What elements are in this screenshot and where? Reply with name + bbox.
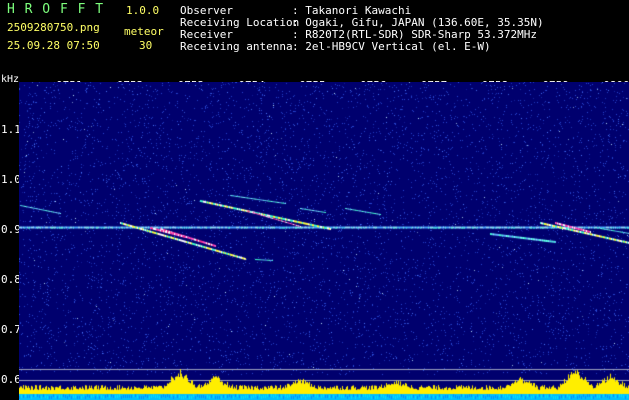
y-tick-label: 1.1 bbox=[1, 123, 21, 136]
y-tick-label: 0.9 bbox=[1, 223, 21, 236]
antenna-value: : 2el-HB9CV Vertical (el. E-W) bbox=[292, 40, 491, 53]
timestamp: 25.09.28 07:50 bbox=[7, 39, 100, 52]
hrofft-screen: H R O F F T 1.0.0 2509280750.png meteor … bbox=[0, 0, 629, 400]
y-tick-label: 0.8 bbox=[1, 273, 21, 286]
meteor-label: meteor bbox=[124, 25, 164, 38]
y-tick-label: 0.6 bbox=[1, 373, 21, 386]
app-title: H R O F F T bbox=[7, 2, 105, 17]
y-tick-label: 0.7 bbox=[1, 323, 21, 336]
y-tick-label: 1.0 bbox=[1, 173, 21, 186]
spectrogram-plot bbox=[19, 82, 629, 400]
antenna-key: Receiving antenna bbox=[180, 40, 293, 53]
meteor-count: 30 bbox=[139, 39, 153, 52]
y-axis-unit: kHz bbox=[1, 74, 20, 85]
app-version: 1.0.0 bbox=[126, 4, 160, 17]
file-name: 2509280750.png bbox=[7, 21, 100, 34]
